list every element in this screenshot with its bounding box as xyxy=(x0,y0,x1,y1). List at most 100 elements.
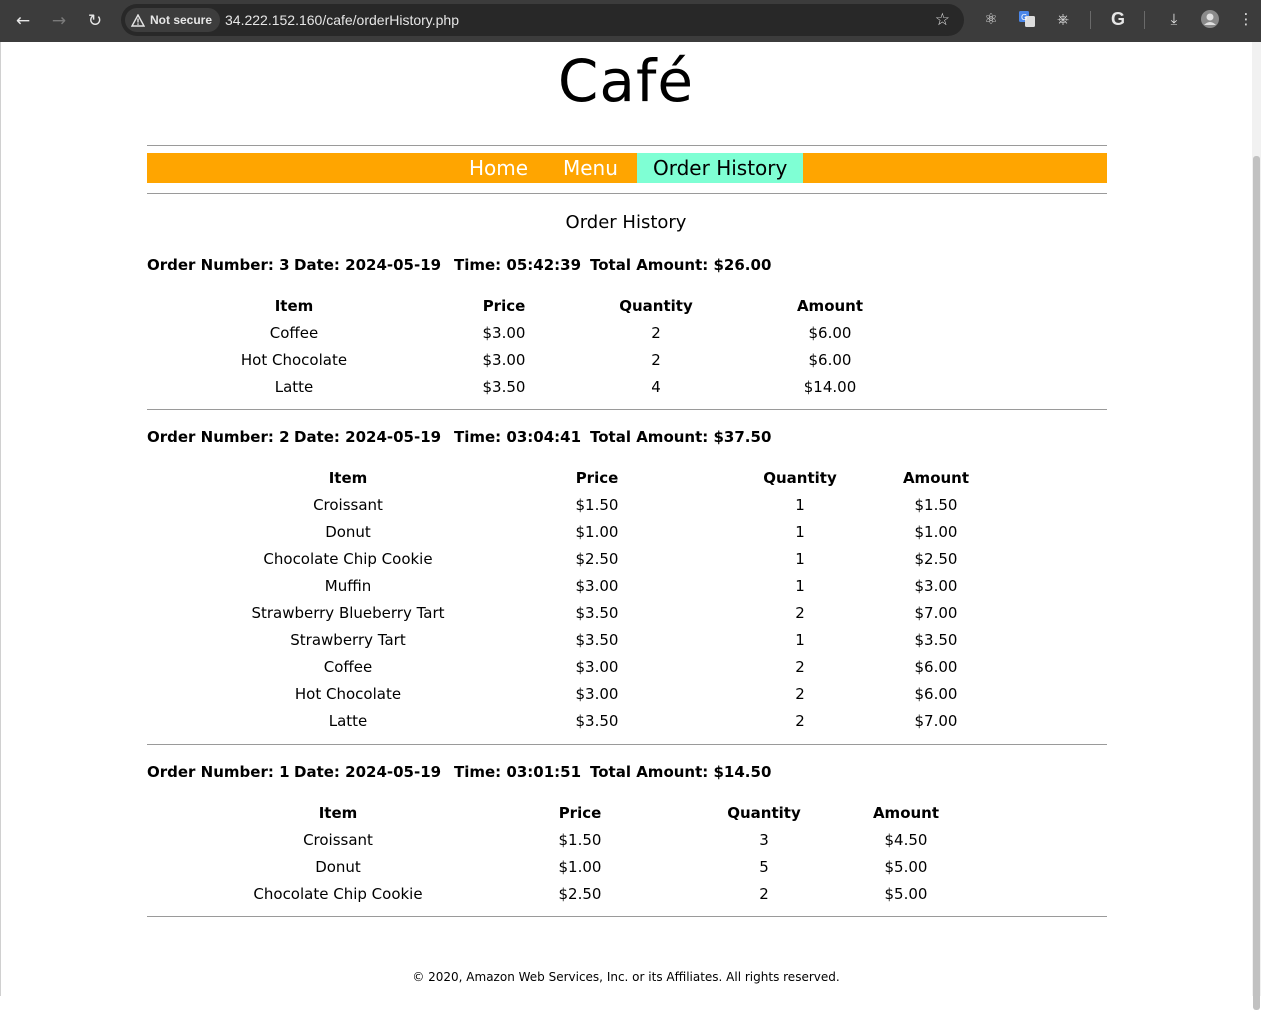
nav-link-menu[interactable]: Menu xyxy=(563,153,618,183)
divider xyxy=(147,916,1107,917)
table-row: Strawberry Blueberry Tart $3.50 2 $7.00 xyxy=(235,599,1005,626)
order-date: Date: 2024-05-19 xyxy=(294,428,442,446)
column-header-amount: Amount xyxy=(872,803,940,822)
amount-cell: $3.00 xyxy=(914,576,958,595)
url-text[interactable]: 34.222.152.160/cafe/orderHistory.php xyxy=(225,12,459,28)
extensions-puzzle-icon[interactable]: ⎈ xyxy=(1052,8,1074,30)
nav-bar: Home Menu Order History xyxy=(147,153,1107,183)
item-cell: Latte xyxy=(274,377,314,396)
amount-cell: $5.00 xyxy=(884,857,928,876)
download-icon[interactable]: ⤓ xyxy=(1163,8,1185,30)
address-bar[interactable]: Not secure 34.222.152.160/cafe/orderHist… xyxy=(121,4,964,36)
quantity-cell: 2 xyxy=(759,884,769,903)
amount-cell: $5.00 xyxy=(884,884,928,903)
item-cell: Chocolate Chip Cookie xyxy=(253,884,423,903)
scrollbar-track[interactable] xyxy=(1252,42,1261,1010)
table-row: Hot Chocolate $3.00 2 $6.00 xyxy=(235,680,1005,707)
table-row: Croissant $1.50 3 $4.50 xyxy=(237,826,1005,853)
table-row: Coffee $3.00 2 $6.00 xyxy=(165,319,933,346)
svg-text:G: G xyxy=(1021,13,1027,22)
quantity-cell: 2 xyxy=(795,711,805,730)
table-row: Coffee $3.00 2 $6.00 xyxy=(235,653,1005,680)
price-cell: $1.50 xyxy=(575,495,619,514)
quantity-cell: 1 xyxy=(795,522,805,541)
price-cell: $3.00 xyxy=(575,684,619,703)
quantity-cell: 1 xyxy=(795,576,805,595)
quantity-cell: 4 xyxy=(651,377,661,396)
quantity-cell: 2 xyxy=(795,684,805,703)
security-chip[interactable]: Not secure xyxy=(125,8,221,32)
table-row: Donut $1.00 5 $5.00 xyxy=(237,853,1005,880)
price-cell: $2.50 xyxy=(575,549,619,568)
order-number: Order Number: 2 xyxy=(147,428,290,446)
forward-arrow-icon[interactable]: → xyxy=(45,7,73,35)
order-date: Date: 2024-05-19 xyxy=(294,256,442,274)
more-menu-icon[interactable]: ⋮ xyxy=(1235,8,1257,30)
price-cell: $3.50 xyxy=(575,603,619,622)
site-title: Café xyxy=(557,47,695,115)
quantity-cell: 1 xyxy=(795,495,805,514)
column-header-price: Price xyxy=(575,468,619,487)
translate-icon[interactable]: G xyxy=(1016,8,1038,30)
profile-avatar-icon[interactable] xyxy=(1199,8,1221,30)
item-cell: Strawberry Tart xyxy=(290,630,406,649)
react-devtools-icon[interactable]: ⚛ xyxy=(980,8,1002,30)
toolbar-separator xyxy=(1090,11,1091,29)
quantity-cell: 2 xyxy=(651,323,661,342)
column-header-quantity: Quantity xyxy=(763,468,837,487)
table-row: Donut $1.00 1 $1.00 xyxy=(235,518,1005,545)
quantity-cell: 3 xyxy=(759,830,769,849)
table-row: Croissant $1.50 1 $1.50 xyxy=(235,491,1005,518)
nav-link-order-history[interactable]: Order History xyxy=(637,153,804,183)
browser-toolbar: ← → ↻ Not secure 34.222.152.160/cafe/ord… xyxy=(0,0,1261,42)
amount-cell: $14.00 xyxy=(803,377,857,396)
item-cell: Donut xyxy=(325,522,371,541)
security-label: Not secure xyxy=(150,13,213,27)
back-arrow-icon[interactable]: ← xyxy=(9,7,37,35)
quantity-cell: 2 xyxy=(651,350,661,369)
quantity-cell: 1 xyxy=(795,630,805,649)
item-cell: Hot Chocolate xyxy=(240,350,348,369)
quantity-cell: 2 xyxy=(795,657,805,676)
table-header-row: Item Price Quantity Amount xyxy=(165,292,933,319)
quantity-cell: 2 xyxy=(795,603,805,622)
table-row: Muffin $3.00 1 $3.00 xyxy=(235,572,1005,599)
price-cell: $3.00 xyxy=(482,350,526,369)
amount-cell: $6.00 xyxy=(914,684,958,703)
price-cell: $3.50 xyxy=(482,377,526,396)
column-header-price: Price xyxy=(558,803,602,822)
warning-triangle-icon xyxy=(131,13,145,27)
price-cell: $3.00 xyxy=(482,323,526,342)
price-cell: $2.50 xyxy=(558,884,602,903)
bookmark-star-icon[interactable]: ☆ xyxy=(935,10,950,30)
quantity-cell: 1 xyxy=(795,549,805,568)
amount-cell: $3.50 xyxy=(914,630,958,649)
scrollbar-thumb[interactable] xyxy=(1253,156,1260,1010)
item-cell: Coffee xyxy=(269,323,319,342)
price-cell: $3.00 xyxy=(575,657,619,676)
order-number: Order Number: 3 xyxy=(147,256,290,274)
price-cell: $1.50 xyxy=(558,830,602,849)
table-row: Hot Chocolate $3.00 2 $6.00 xyxy=(165,346,933,373)
column-header-quantity: Quantity xyxy=(619,296,693,315)
table-row: Strawberry Tart $3.50 1 $3.50 xyxy=(235,626,1005,653)
column-header-amount: Amount xyxy=(902,468,970,487)
order-date: Date: 2024-05-19 xyxy=(294,763,442,781)
price-cell: $3.50 xyxy=(575,711,619,730)
reload-icon[interactable]: ↻ xyxy=(81,7,109,35)
order-items-table: Item Price Quantity Amount Coffee $3.00 2 $… xyxy=(165,292,933,400)
table-row: Latte $3.50 2 $7.00 xyxy=(235,707,1005,734)
google-g-icon[interactable]: G xyxy=(1107,8,1129,30)
item-cell: Hot Chocolate xyxy=(294,684,402,703)
table-row: Chocolate Chip Cookie $2.50 1 $2.50 xyxy=(235,545,1005,572)
order-total: Total Amount: $37.50 xyxy=(590,428,772,446)
table-row: Latte $3.50 4 $14.00 xyxy=(165,373,933,400)
item-cell: Chocolate Chip Cookie xyxy=(263,549,433,568)
column-header-item: Item xyxy=(318,803,358,822)
order-time: Time: 03:01:51 xyxy=(454,763,582,781)
item-cell: Coffee xyxy=(323,657,373,676)
table-row: Chocolate Chip Cookie $2.50 2 $5.00 xyxy=(237,880,1005,907)
price-cell: $3.50 xyxy=(575,630,619,649)
nav-link-home[interactable]: Home xyxy=(469,153,528,183)
column-header-amount: Amount xyxy=(796,296,864,315)
